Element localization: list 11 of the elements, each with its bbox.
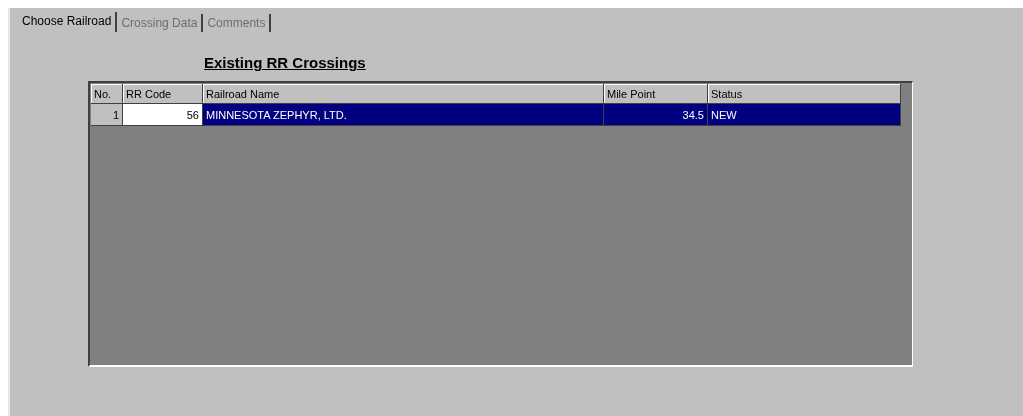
column-header[interactable]: Mile Point: [604, 84, 708, 104]
table-cell: 1: [91, 104, 123, 126]
table-cell: 34.5: [604, 104, 708, 126]
table-cell: NEW: [708, 104, 901, 126]
column-header[interactable]: RR Code: [123, 84, 203, 104]
column-header[interactable]: Railroad Name: [203, 84, 604, 104]
section-heading: Existing RR Crossings: [204, 54, 366, 71]
table-cell: 56: [123, 104, 203, 126]
column-header[interactable]: No.: [91, 84, 123, 104]
column-header[interactable]: Status: [708, 84, 901, 104]
table-cell: MINNESOTA ZEPHYR, LTD.: [203, 104, 604, 126]
